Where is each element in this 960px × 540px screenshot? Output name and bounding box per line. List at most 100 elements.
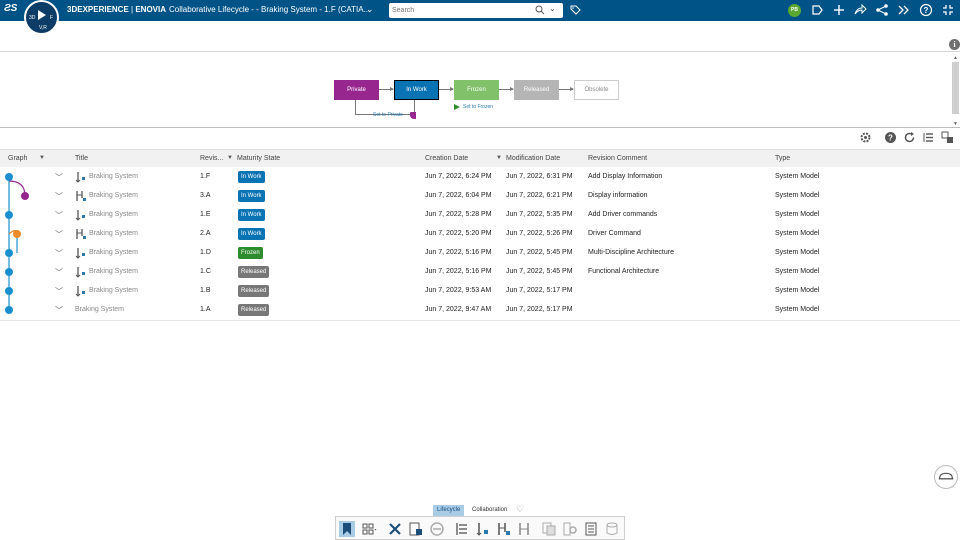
filter-icon[interactable]: ▼ — [227, 155, 233, 161]
settings-icon[interactable] — [859, 131, 872, 144]
col-maturity[interactable]: Maturity State — [237, 155, 280, 162]
row-type: System Model — [775, 173, 820, 180]
state-private[interactable]: Private — [334, 80, 379, 100]
filter-icon[interactable]: ▼ — [39, 155, 45, 161]
layout-toggle-icon[interactable] — [941, 131, 954, 144]
col-revision[interactable]: Revis... — [200, 155, 223, 162]
lifecycle-scrollbar[interactable]: ▲ ▼ — [952, 55, 959, 127]
state-released[interactable]: Released — [514, 80, 559, 100]
document-lock-icon[interactable] — [408, 521, 424, 537]
expand-chevron-icon[interactable]: ﹀ — [55, 286, 63, 297]
row-title[interactable]: Braking System — [89, 287, 138, 294]
title-dropdown-chevron-icon[interactable]: ⌄ — [366, 4, 374, 15]
new-revision-icon[interactable] — [475, 521, 491, 537]
sort-icon[interactable]: ▼ — [496, 155, 502, 161]
table-row[interactable]: ﹀ Braking System 1.F In Work Jun 7, 2022… — [0, 168, 960, 187]
row-type: System Model — [775, 249, 820, 256]
row-modified: Jun 7, 2022, 5:26 PM — [506, 230, 573, 237]
row-title[interactable]: Braking System — [89, 249, 138, 256]
col-type[interactable]: Type — [775, 155, 790, 162]
col-creation-date[interactable]: Creation Date — [425, 155, 468, 162]
col-revision-comment[interactable]: Revision Comment — [588, 155, 647, 162]
row-title[interactable]: Braking System — [89, 211, 138, 218]
tree-view-icon[interactable] — [922, 131, 935, 144]
add-icon[interactable] — [832, 3, 846, 17]
copy-icon[interactable] — [541, 521, 557, 537]
favorite-heart-icon[interactable]: ♡ — [516, 504, 524, 515]
row-title[interactable]: Braking System — [89, 173, 138, 180]
structure-icon[interactable] — [454, 521, 470, 537]
row-title[interactable]: Braking System — [89, 192, 138, 199]
expand-chevron-icon[interactable]: ﹀ — [55, 248, 63, 259]
expand-chevron-icon[interactable]: ﹀ — [55, 191, 63, 202]
help-icon[interactable]: ? — [919, 3, 933, 17]
table-row[interactable]: ﹀ Braking System 1.D Frozen Jun 7, 2022,… — [0, 244, 960, 263]
expand-chevron-icon[interactable]: ﹀ — [55, 172, 63, 183]
row-revision: 1.D — [200, 249, 211, 256]
demote-link[interactable]: Set to Private — [373, 112, 403, 118]
col-title[interactable]: Title — [75, 155, 88, 162]
search-scope-chevron-icon[interactable]: ⌄ — [549, 4, 556, 13]
new-branch-icon[interactable] — [496, 521, 512, 537]
scroll-up-icon[interactable]: ▲ — [953, 55, 958, 61]
state-frozen[interactable]: Frozen — [454, 80, 499, 100]
refresh-icon[interactable] — [903, 131, 916, 144]
row-title[interactable]: Braking System — [75, 306, 124, 313]
expand-chevron-icon[interactable]: ﹀ — [55, 210, 63, 221]
tab-lifecycle[interactable]: Lifecycle — [433, 505, 465, 516]
expand-chevron-icon[interactable]: ﹀ — [55, 305, 63, 316]
col-graph[interactable]: Graph — [8, 155, 27, 162]
assistant-icon[interactable] — [934, 465, 958, 489]
help-circle-icon[interactable]: ? — [884, 131, 897, 144]
state-in-work[interactable]: In Work — [394, 80, 439, 100]
status-badge: Frozen — [238, 247, 263, 259]
row-comment: Driver Command — [588, 230, 641, 237]
reserve-icon[interactable] — [429, 521, 445, 537]
table-row[interactable]: ﹀ Braking System 1.C Released Jun 7, 202… — [0, 263, 960, 282]
table-row[interactable]: ﹀ Braking System 1.A Released Jun 7, 202… — [0, 301, 960, 320]
share-icon[interactable] — [875, 3, 889, 17]
database-icon[interactable] — [604, 521, 620, 537]
row-created: Jun 7, 2022, 5:28 PM — [425, 211, 492, 218]
table-row[interactable]: ﹀ Braking System 2.A In Work Jun 7, 2022… — [0, 225, 960, 244]
search-input[interactable] — [392, 5, 532, 16]
row-type: System Model — [775, 268, 820, 275]
compass-widget[interactable]: 3D F V,R — [24, 0, 59, 35]
row-title[interactable]: Braking System — [89, 268, 138, 275]
table-row[interactable]: ﹀ Braking System 3.A In Work Jun 7, 2022… — [0, 187, 960, 206]
revision-icon — [75, 248, 85, 259]
scrollbar-thumb[interactable] — [952, 62, 959, 114]
row-created: Jun 7, 2022, 6:04 PM — [425, 192, 492, 199]
grid-menu-icon[interactable] — [361, 521, 377, 537]
label-icon[interactable] — [810, 3, 824, 17]
expand-chevron-icon[interactable]: ﹀ — [55, 229, 63, 240]
user-avatar[interactable]: PB — [788, 4, 801, 17]
row-type: System Model — [775, 230, 820, 237]
row-title[interactable]: Braking System — [89, 230, 138, 237]
attributes-icon[interactable] — [583, 521, 599, 537]
tab-collaboration[interactable]: Collaboration — [468, 505, 511, 516]
promote-link[interactable]: Set to Frozen — [463, 104, 493, 110]
info-icon[interactable]: i — [949, 39, 960, 50]
table-row[interactable]: ﹀ Braking System 1.E In Work Jun 7, 2022… — [0, 206, 960, 225]
fullscreen-icon[interactable] — [941, 3, 955, 17]
share-arrow-icon[interactable] — [853, 3, 867, 17]
document-title: Collaborative Lifecycle - - Braking Syst… — [169, 5, 371, 14]
compare-icon[interactable] — [562, 521, 578, 537]
svg-text:?: ? — [888, 134, 893, 143]
delete-x-icon[interactable] — [387, 521, 403, 537]
row-modified: Jun 7, 2022, 5:17 PM — [506, 306, 573, 313]
expand-chevron-icon[interactable]: ﹀ — [55, 267, 63, 278]
search-icon[interactable] — [535, 5, 545, 15]
row-revision: 1.F — [200, 173, 211, 180]
merge-icon[interactable] — [517, 521, 533, 537]
state-obsolete[interactable]: Obsolete — [574, 80, 619, 100]
bookmark-icon[interactable] — [339, 521, 355, 537]
status-badge: Released — [238, 266, 270, 278]
row-revision: 2.A — [200, 230, 211, 237]
tag-icon[interactable] — [569, 4, 581, 16]
row-modified: Jun 7, 2022, 6:21 PM — [506, 192, 573, 199]
apps-icon[interactable] — [897, 3, 911, 17]
table-row[interactable]: ﹀ Braking System 1.B Released Jun 7, 202… — [0, 282, 960, 301]
col-modification-date[interactable]: Modification Date — [506, 155, 560, 162]
